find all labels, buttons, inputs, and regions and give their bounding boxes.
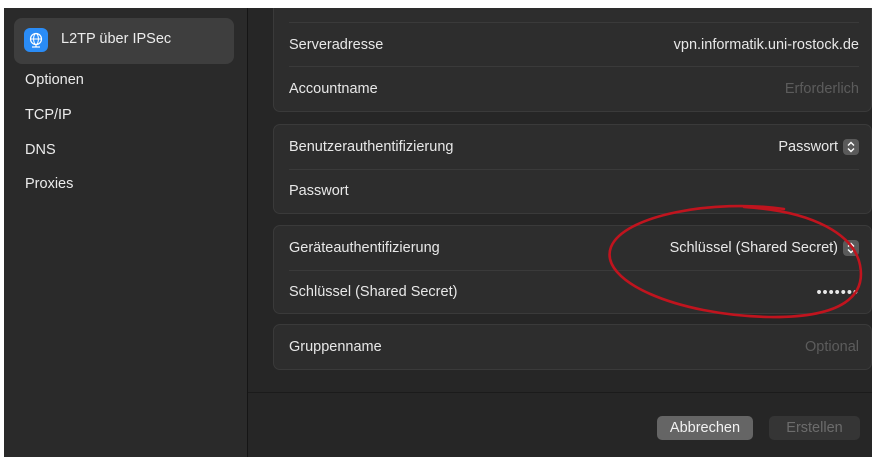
device-auth-group: Geräteauthentifizierung Schlüssel (Share… — [273, 225, 872, 314]
sidebar-item-label: L2TP über IPSec — [61, 31, 172, 47]
password-label: Passwort — [289, 183, 349, 199]
sidebar-item-proxies[interactable]: Proxies — [25, 176, 73, 192]
sidebar: L2TP über IPSec Optionen TCP/IP DNS Prox… — [4, 8, 247, 457]
device-auth-value: Schlüssel (Shared Secret) — [669, 240, 838, 256]
group-name-row[interactable]: Gruppenname Optional — [274, 325, 871, 369]
shared-secret-field[interactable]: ••••••• — [816, 285, 859, 301]
device-auth-popup[interactable]: Schlüssel (Shared Secret) — [670, 240, 859, 256]
footer-divider — [248, 392, 872, 393]
sidebar-item-tcpip[interactable]: TCP/IP — [25, 107, 72, 123]
device-auth-label: Geräteauthentifizierung — [289, 240, 440, 256]
globe-icon — [24, 28, 48, 52]
group-name-group: Gruppenname Optional — [273, 324, 872, 370]
main-panel: Serveradresse vpn.informatik.uni-rostock… — [248, 8, 872, 457]
account-name-field[interactable]: Erforderlich — [785, 81, 859, 97]
group-name-label: Gruppenname — [289, 339, 382, 355]
sidebar-item-dns[interactable]: DNS — [25, 142, 56, 158]
vpn-config-window: L2TP über IPSec Optionen TCP/IP DNS Prox… — [4, 8, 872, 457]
server-address-field[interactable]: vpn.informatik.uni-rostock.de — [674, 37, 859, 53]
chevron-updown-icon — [843, 240, 859, 256]
server-group: Serveradresse vpn.informatik.uni-rostock… — [273, 8, 872, 112]
server-address-label: Serveradresse — [289, 37, 384, 53]
shared-secret-row: Schlüssel (Shared Secret) ••••••• — [274, 270, 871, 314]
sidebar-item-optionen[interactable]: Optionen — [25, 72, 84, 88]
account-name-label: Accountname — [289, 81, 378, 97]
device-auth-row: Geräteauthentifizierung Schlüssel (Share… — [274, 226, 871, 270]
user-auth-value: Passwort — [778, 139, 838, 155]
user-auth-label: Benutzerauthentifizierung — [289, 139, 454, 155]
server-address-row[interactable]: Serveradresse vpn.informatik.uni-rostock… — [274, 23, 871, 67]
shared-secret-label: Schlüssel (Shared Secret) — [289, 284, 458, 300]
cancel-button[interactable]: Abbrechen — [657, 416, 753, 440]
user-auth-group: Benutzerauthentifizierung Passwort Passw… — [273, 124, 872, 214]
user-auth-popup[interactable]: Passwort — [778, 139, 859, 155]
account-name-row[interactable]: Accountname Erforderlich — [274, 67, 871, 111]
group-name-field[interactable]: Optional — [805, 339, 859, 355]
create-button[interactable]: Erstellen — [769, 416, 860, 440]
chevron-updown-icon — [843, 139, 859, 155]
sidebar-item-l2tp[interactable]: L2TP über IPSec — [14, 18, 234, 64]
password-row[interactable]: Passwort — [274, 169, 871, 213]
user-auth-row: Benutzerauthentifizierung Passwort — [274, 125, 871, 169]
